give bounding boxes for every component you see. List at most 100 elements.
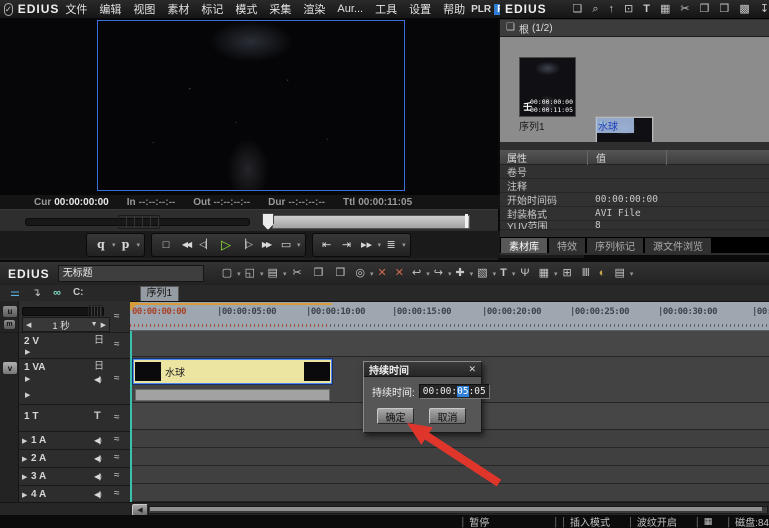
- mode-icon[interactable]: ≣: [381, 236, 401, 254]
- track-2v-expand-icon[interactable]: ▶: [25, 348, 30, 356]
- set-out-dropdown-icon[interactable]: ▾: [137, 241, 141, 249]
- bin-clip-shuiqiu-label[interactable]: 水球: [596, 118, 634, 133]
- lane-2v[interactable]: [130, 331, 769, 357]
- track-3a-speaker-icon[interactable]: ◀): [94, 472, 102, 481]
- monitor-icon[interactable]: ▦: [660, 3, 670, 15]
- tab-bin[interactable]: 素材库: [501, 237, 547, 253]
- track-2a-expand-icon[interactable]: ▶: [22, 455, 27, 463]
- set-in-icon[interactable]: q: [91, 236, 111, 254]
- copy-icon[interactable]: ❐: [700, 3, 710, 15]
- track-3a-rubber-icon[interactable]: ≈: [114, 470, 120, 481]
- audio-mixer-icon[interactable]: ‖‖: [582, 268, 590, 279]
- shuttle-handle[interactable]: [118, 215, 160, 229]
- m-button[interactable]: m: [3, 319, 16, 330]
- menu-marker[interactable]: 标记: [201, 1, 223, 17]
- prev-frame-icon[interactable]: ◁▏: [196, 236, 216, 254]
- video-preview-area[interactable]: [0, 18, 498, 195]
- track-4a-speaker-icon[interactable]: ◀): [94, 490, 102, 499]
- track-4a-rubber-icon[interactable]: ≈: [114, 488, 120, 499]
- status-ripple[interactable]: 波纹开启: [637, 515, 677, 528]
- timeline-ruler[interactable]: 00:00:00:00 |00:00:05:00 |00:00:10:00 |0…: [130, 302, 769, 331]
- status-monitor-icon[interactable]: ▦: [704, 517, 713, 526]
- position-slider[interactable]: [272, 215, 470, 229]
- sync-mode-icon[interactable]: C:: [73, 288, 84, 298]
- rewind-icon[interactable]: ◀◀: [176, 236, 196, 254]
- track-header-1a[interactable]: ▶ 1 A ◀) ≈: [18, 432, 130, 450]
- add-cut-point-icon[interactable]: ✚: [455, 268, 464, 279]
- master-rubber-icon[interactable]: ≈: [114, 311, 120, 322]
- new-sequence-icon[interactable]: ▢: [222, 268, 232, 279]
- timeline-copy-icon[interactable]: ❐: [314, 268, 324, 279]
- hscroll-thumb[interactable]: [150, 507, 762, 511]
- menu-view[interactable]: 视图: [133, 1, 155, 17]
- track-header-2a[interactable]: ▶ 2 A ◀) ≈: [18, 450, 130, 468]
- loop-icon[interactable]: ▭: [276, 236, 296, 254]
- loop-dropdown-icon[interactable]: ▾: [297, 241, 301, 249]
- track-2a-rubber-icon[interactable]: ≈: [114, 452, 120, 463]
- undo-icon[interactable]: ↩: [412, 268, 421, 279]
- timeline-paste-icon[interactable]: ❒: [336, 268, 346, 279]
- link-mode-icon[interactable]: ↴: [32, 287, 41, 299]
- export-icon[interactable]: ▸▸: [357, 236, 377, 254]
- track-2a-speaker-icon[interactable]: ◀): [94, 454, 102, 463]
- import-icon[interactable]: ↧: [760, 3, 769, 15]
- picture-icon[interactable]: ▩: [739, 3, 749, 15]
- lane-4a[interactable]: [130, 484, 769, 502]
- menu-aurora[interactable]: Aur...: [337, 3, 363, 15]
- panel-layout-icon[interactable]: ▤: [614, 268, 624, 279]
- title-tool-icon[interactable]: T: [500, 268, 507, 279]
- ok-button[interactable]: 确定: [377, 408, 414, 424]
- save-project-icon[interactable]: ▤: [268, 268, 278, 279]
- next-frame-icon[interactable]: ▕▷: [236, 236, 256, 254]
- folder-icon[interactable]: ❏: [573, 3, 583, 15]
- current-folder-icon[interactable]: ❏: [506, 23, 515, 33]
- dialog-title-bar[interactable]: 持续时间 ✕: [364, 362, 481, 377]
- timescale-value[interactable]: 1 秒: [31, 318, 90, 332]
- open-project-icon[interactable]: ◱: [245, 268, 255, 279]
- v-button[interactable]: v: [2, 361, 18, 375]
- track-header-1va[interactable]: 1 VA 日 ▶ ◀) ≈ ▶: [18, 359, 130, 405]
- cut-icon[interactable]: ✂: [680, 3, 689, 15]
- tab-effects[interactable]: 特效: [549, 237, 585, 253]
- render-export-icon[interactable]: ▦: [539, 268, 549, 279]
- menu-help[interactable]: 帮助: [443, 1, 465, 17]
- stop-icon[interactable]: □: [156, 236, 176, 254]
- track-1a-rubber-icon[interactable]: ≈: [114, 434, 120, 445]
- track-1a-expand-icon[interactable]: ▶: [22, 437, 27, 445]
- timeline-playhead-flag[interactable]: [130, 302, 139, 311]
- redo-icon[interactable]: ↪: [434, 268, 443, 279]
- cancel-button[interactable]: 取消: [429, 408, 466, 424]
- track-4a-expand-icon[interactable]: ▶: [22, 491, 27, 499]
- folder-name[interactable]: 根: [519, 21, 529, 36]
- timeline-cut-icon[interactable]: ✂: [292, 268, 301, 279]
- menu-clip[interactable]: 素材: [167, 1, 189, 17]
- menu-render[interactable]: 渲染: [303, 1, 325, 17]
- bin-clip-grid[interactable]: 壬 00:00:00:00 00:00:11:05 序列1 日 00:00:00…: [500, 37, 769, 177]
- infinity-sync-icon[interactable]: ∞: [53, 287, 61, 299]
- project-title-field[interactable]: 无标题: [57, 265, 204, 282]
- track-2v-video-icon[interactable]: 日: [94, 336, 104, 346]
- disc-burn-icon[interactable]: ◎: [355, 268, 365, 279]
- track-1a-speaker-icon[interactable]: ◀): [94, 436, 102, 445]
- menu-edit[interactable]: 编辑: [99, 1, 121, 17]
- goto-in-icon[interactable]: ⇤: [317, 236, 337, 254]
- track-1va-rubber-icon[interactable]: ≈: [114, 373, 120, 384]
- set-out-icon[interactable]: p: [116, 236, 136, 254]
- duration-input[interactable]: 00:00:05:05: [418, 384, 490, 399]
- mode-dropdown-icon[interactable]: ▾: [402, 241, 406, 249]
- u-button[interactable]: u: [2, 305, 18, 318]
- menu-capture[interactable]: 采集: [269, 1, 291, 17]
- transition-icon[interactable]: ▧: [477, 268, 487, 279]
- search-icon[interactable]: ⌕: [592, 3, 598, 15]
- timeline-clip-shuiqiu[interactable]: 水球: [133, 359, 332, 384]
- menu-settings[interactable]: 设置: [409, 1, 431, 17]
- move-up-icon[interactable]: ↑: [609, 3, 615, 15]
- timeline-playhead-line[interactable]: [130, 331, 132, 502]
- play-icon[interactable]: ▷: [216, 236, 236, 254]
- clip-audio-bar[interactable]: [135, 389, 330, 401]
- bin-clip-sequence1-label[interactable]: 序列1: [519, 118, 574, 133]
- dialog-close-icon[interactable]: ✕: [468, 364, 476, 375]
- menu-mode[interactable]: 模式: [235, 1, 257, 17]
- fast-forward-icon[interactable]: ▶▶: [256, 236, 276, 254]
- bin-clip-sequence1-thumb[interactable]: 壬 00:00:00:00 00:00:11:05: [519, 57, 576, 117]
